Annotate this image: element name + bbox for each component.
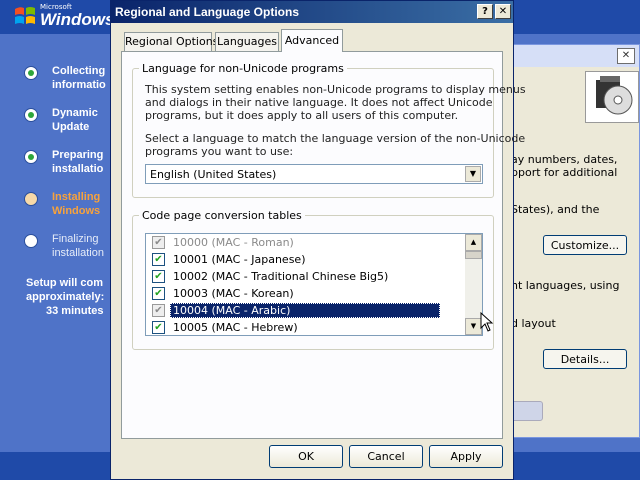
step-label: Installing	[52, 191, 101, 203]
tab-advanced[interactable]: Advanced	[281, 29, 343, 52]
list-item-selected[interactable]: ✔ 10004 (MAC - Arabic)	[146, 302, 464, 319]
list-item-label: 10001 (MAC - Japanese)	[173, 253, 306, 266]
close-button[interactable]: ✕	[495, 4, 511, 19]
step-label: Windows	[52, 205, 101, 217]
list-item-label: 10004 (MAC - Arabic)	[170, 303, 440, 318]
step-label: installation	[52, 247, 104, 259]
mouse-cursor-icon	[480, 312, 494, 332]
instruction-line: programs you want to use:	[145, 145, 294, 158]
background-window-text: ay numbers, dates, pport for additional	[511, 153, 617, 179]
step-complete-icon	[24, 108, 38, 122]
cancel-button[interactable]: Cancel	[349, 445, 423, 468]
list-item-label: 10003 (MAC - Korean)	[173, 287, 294, 300]
dialog-titlebar: Regional and Language Options ? ✕	[111, 1, 513, 23]
description-line: and dialogs in their native language. It…	[145, 96, 493, 109]
partial-button[interactable]	[511, 401, 543, 421]
list-item[interactable]: ✔ 10003 (MAC - Korean)	[146, 285, 464, 302]
codepage-list[interactable]: ✔ 10000 (MAC - Roman) ✔ 10001 (MAC - Jap…	[145, 233, 483, 336]
list-item-label: 10002 (MAC - Traditional Chinese Big5)	[173, 270, 389, 283]
ok-button[interactable]: OK	[269, 445, 343, 468]
nonunicode-group-title: Language for non-Unicode programs	[139, 62, 347, 75]
apply-button[interactable]: Apply	[429, 445, 503, 468]
step-label: informatio	[52, 79, 106, 91]
description-line: This system setting enables non-Unicode …	[145, 83, 526, 96]
list-item[interactable]: ✔ 10000 (MAC - Roman)	[146, 234, 464, 251]
bg-text-line: pport for additional	[511, 166, 618, 179]
select-language-instruction: Select a language to match the language …	[145, 132, 525, 158]
instruction-line: Select a language to match the language …	[145, 132, 526, 145]
bg-text-line: ay numbers, dates,	[511, 153, 618, 166]
details-button[interactable]: Details...	[543, 349, 627, 369]
step-label: installatio	[52, 163, 104, 175]
close-icon[interactable]: ✕	[617, 48, 635, 64]
step-complete-icon	[24, 150, 38, 164]
scrollbar-thumb[interactable]	[465, 251, 482, 259]
list-item[interactable]: ✔ 10002 (MAC - Traditional Chinese Big5)	[146, 268, 464, 285]
list-item-label: 10000 (MAC - Roman)	[173, 236, 294, 249]
scroll-up-icon[interactable]: ▲	[465, 234, 482, 251]
description-line: programs, but it does apply to all users…	[145, 109, 459, 122]
setup-steps-panel: Collecting informatio Dynamic Update Prepa…	[0, 34, 112, 452]
codepage-group-title: Code page conversion tables	[139, 209, 305, 222]
help-button[interactable]: ?	[477, 4, 493, 19]
advanced-tab-panel: Language for non-Unicode programs This s…	[121, 51, 526, 439]
dialog-title: Regional and Language Options	[115, 5, 300, 19]
windows-flag-icon	[15, 7, 35, 24]
time-line: Setup will com	[26, 277, 104, 289]
bg-text-line: States), and the	[511, 203, 600, 216]
checkbox[interactable]: ✔	[152, 287, 165, 300]
step-complete-icon	[24, 66, 38, 80]
step-current-icon	[24, 192, 38, 206]
list-item-label: 10005 (MAC - Hebrew)	[173, 321, 298, 334]
bg-text-line: nt languages, using	[511, 279, 620, 292]
list-item[interactable]: ✔ 10005 (MAC - Hebrew)	[146, 319, 464, 335]
step-label: Collecting	[52, 65, 106, 77]
list-item[interactable]: ✔ 10001 (MAC - Japanese)	[146, 251, 464, 268]
chevron-down-icon[interactable]: ▼	[465, 166, 481, 182]
checkbox[interactable]: ✔	[152, 253, 165, 266]
tab-regional-options[interactable]: Regional Options	[124, 32, 218, 51]
step-pending-icon	[24, 234, 38, 248]
globe-cd-icon	[585, 71, 639, 123]
windows-logo: Microsoft Windows	[14, 3, 114, 29]
regional-language-options-dialog: Regional and Language Options ? ✕ Region…	[110, 0, 526, 480]
logo-windows-text: Windows	[40, 10, 115, 29]
codepage-group: Code page conversion tables ✔ 10000 (MAC…	[132, 209, 494, 350]
step-label: Update	[52, 121, 90, 133]
dropdown-selected-value: English (United States)	[150, 168, 277, 181]
checkbox[interactable]: ✔	[152, 321, 165, 334]
bg-text-line: d layout	[511, 317, 556, 330]
checkbox[interactable]: ✔	[152, 236, 165, 249]
checkbox[interactable]: ✔	[152, 270, 165, 283]
time-line: 33 minutes	[46, 305, 104, 317]
checkbox[interactable]: ✔	[152, 304, 165, 317]
nonunicode-description: This system setting enables non-Unicode …	[145, 83, 526, 122]
customize-button[interactable]: Customize...	[543, 235, 627, 255]
setup-time-remaining: Setup will com approximately: 33 minutes	[26, 276, 116, 318]
tab-languages[interactable]: Languages	[215, 32, 279, 51]
nonunicode-language-dropdown[interactable]: English (United States) ▼	[145, 164, 483, 184]
step-label: Finalizing	[52, 233, 99, 245]
nonunicode-group: Language for non-Unicode programs This s…	[132, 62, 526, 198]
time-line: approximately:	[26, 291, 105, 303]
step-label: Preparing	[52, 149, 104, 161]
step-label: Dynamic	[52, 107, 98, 119]
